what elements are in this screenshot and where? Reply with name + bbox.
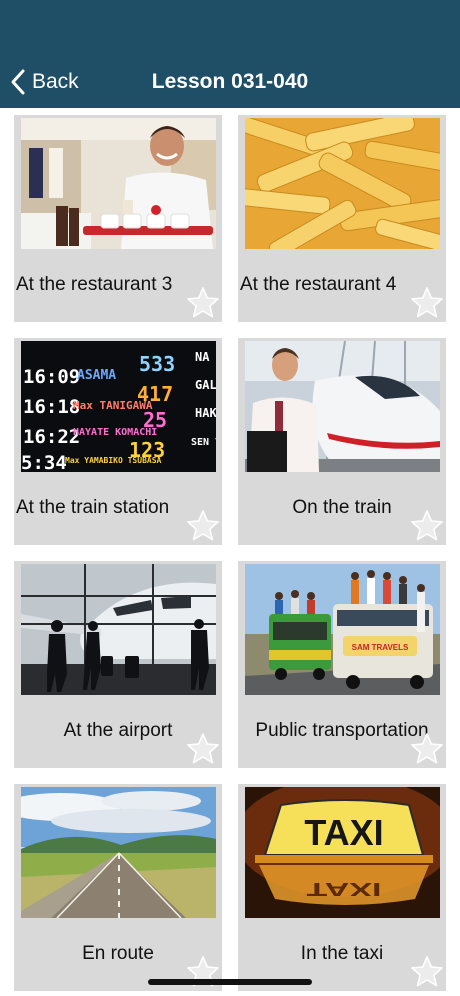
lesson-card-en-route[interactable]: En route xyxy=(14,784,222,991)
man-at-high-speed-train-photo xyxy=(245,341,440,472)
page-title: Lesson 031-040 xyxy=(151,70,309,93)
departure-board-photo: 16:09 ASAMA 533 NA 16:18 Max TANIGAWA 41… xyxy=(21,341,216,472)
navigation-bar: Back Lesson 031-040 xyxy=(0,0,460,108)
board-destination: GAL xyxy=(195,378,216,392)
board-number: 533 xyxy=(139,352,175,376)
lesson-card-on-the-train[interactable]: On the train xyxy=(238,338,446,545)
board-time: 5:34 xyxy=(21,452,67,472)
board-time: 16:09 xyxy=(23,366,80,388)
board-destination: SEN YAMA xyxy=(191,437,216,448)
board-destination: NA xyxy=(195,350,210,364)
home-indicator[interactable] xyxy=(148,979,312,985)
board-time: 16:22 xyxy=(23,426,80,448)
lesson-card-train-station[interactable]: 16:09 ASAMA 533 NA 16:18 Max TANIGAWA 41… xyxy=(14,338,222,545)
lesson-card-airport[interactable]: At the airport xyxy=(14,561,222,768)
board-time: 16:18 xyxy=(23,396,80,418)
board-name: ASAMA xyxy=(77,368,116,383)
airport-terminal-silhouettes-photo xyxy=(21,564,216,695)
lesson-card-restaurant-3[interactable]: At the restaurant 3 xyxy=(14,115,222,322)
open-road-photo xyxy=(21,787,216,918)
star-outline-icon[interactable] xyxy=(410,732,444,766)
star-outline-icon[interactable] xyxy=(410,286,444,320)
board-number: 123 xyxy=(129,438,165,462)
board-number: 25 xyxy=(143,408,167,432)
star-outline-icon[interactable] xyxy=(186,509,220,543)
waiter-with-tray-photo xyxy=(21,118,216,249)
star-outline-icon[interactable] xyxy=(186,732,220,766)
lesson-card-public-transportation[interactable]: SAM TRAVELS Public transportation xyxy=(238,561,446,768)
star-outline-icon[interactable] xyxy=(186,286,220,320)
star-outline-icon[interactable] xyxy=(410,509,444,543)
taxi-sign-reflection: TAXI xyxy=(307,879,382,900)
french-fries-photo xyxy=(245,118,440,249)
board-destination: HAKI xyxy=(195,406,216,420)
crowded-bus-photo: SAM TRAVELS xyxy=(245,564,440,695)
lesson-card-restaurant-4[interactable]: At the restaurant 4 xyxy=(238,115,446,322)
lesson-card-taxi[interactable]: TAXI TAXI In the taxi xyxy=(238,784,446,991)
star-outline-icon[interactable] xyxy=(410,955,444,989)
lesson-grid: At the restaurant 3 At the restaurant 4 … xyxy=(14,115,446,991)
taxi-sign-photo: TAXI TAXI xyxy=(245,787,440,918)
taxi-sign-text: TAXI xyxy=(304,812,383,853)
bus-sign-text: SAM TRAVELS xyxy=(352,643,409,652)
board-number: 417 xyxy=(137,382,173,406)
